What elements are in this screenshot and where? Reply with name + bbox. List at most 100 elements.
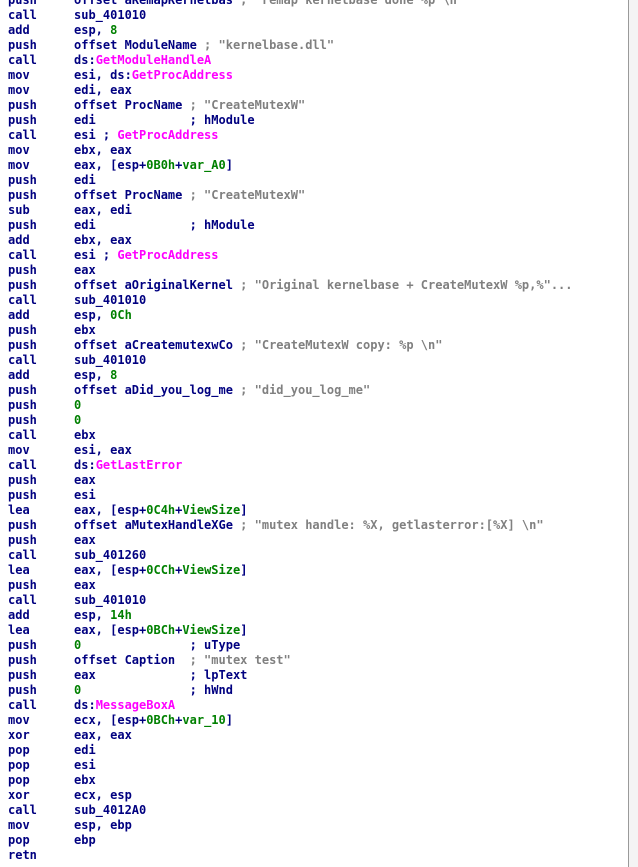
instruction-line[interactable]: push offset aOriginalKernel ; "Original k… (8, 278, 628, 293)
operand-text: offset aCreatemutexwCo (74, 338, 241, 352)
instruction-line[interactable]: push offset aDid_you_log_me ; "did_you_lo… (8, 383, 628, 398)
mnemonic: push (8, 218, 37, 232)
instruction-line[interactable]: push eax (8, 533, 628, 548)
operand: 0 (74, 398, 81, 413)
mnemonic: add (8, 608, 30, 622)
instruction-line[interactable]: push esi (8, 488, 628, 503)
mnemonic: mov (8, 158, 30, 172)
operand-text: eax, [esp+ (74, 623, 147, 637)
operand-text: ] (225, 158, 233, 172)
disassembly-listing[interactable]: push offset aRemapKernelbas ; "remap kern… (0, 0, 629, 867)
comment-text: ; "CreateMutexW copy: %p \n" (240, 338, 443, 352)
vertical-scrollbar[interactable] (629, 0, 638, 867)
instruction-line[interactable]: pop esi (8, 758, 628, 773)
instruction-line[interactable]: lea eax, [esp+0CCh+ViewSize] (8, 563, 628, 578)
instruction-line[interactable]: lea eax, [esp+0C4h+ViewSize] (8, 503, 628, 518)
mnemonic: pop (8, 833, 30, 847)
operand: 0 ; uType (74, 638, 240, 653)
operand: eax, eax (74, 728, 132, 743)
instruction-line[interactable]: sub eax, edi (8, 203, 628, 218)
instruction-line[interactable]: push eax (8, 578, 628, 593)
operand: 0 ; hWnd (74, 683, 233, 698)
instruction-line[interactable]: call sub_401010 (8, 293, 628, 308)
instruction-line[interactable]: call ds:GetLastError (8, 458, 628, 473)
instruction-line[interactable]: add esp, 8 (8, 23, 628, 38)
instruction-line[interactable]: mov esi, eax (8, 443, 628, 458)
comment-text: ; "mutex handle: %X, getlasterror:[%X] \… (240, 518, 544, 532)
instruction-line[interactable]: push offset ModuleName ; "kernelbase.dll" (8, 38, 628, 53)
operand: offset aOriginalKernel ; "Original kerne… (74, 278, 573, 293)
operand-text: ebx (74, 323, 96, 337)
operand-text: eax, eax (74, 728, 132, 742)
operand: eax ; lpText (74, 668, 247, 683)
instruction-line[interactable]: add esp, 0Ch (8, 308, 628, 323)
operand-text: esp, ebp (74, 818, 132, 832)
operand-text: eax, [esp+ (74, 503, 147, 517)
instruction-line[interactable]: xor eax, eax (8, 728, 628, 743)
mnemonic: push (8, 683, 37, 697)
mnemonic: add (8, 23, 30, 37)
mnemonic: push (8, 38, 37, 52)
instruction-line[interactable]: mov ecx, [esp+0BCh+var_10] (8, 713, 628, 728)
instruction-line[interactable]: push 0 ; uType (8, 638, 628, 653)
instruction-line[interactable]: mov esi, ds:GetProcAddress (8, 68, 628, 83)
instruction-line[interactable]: push offset Caption ; "mutex test" (8, 653, 628, 668)
instruction-line[interactable]: push ebx (8, 323, 628, 338)
instruction-line[interactable]: push edi ; hModule (8, 218, 628, 233)
instruction-line[interactable]: push eax ; lpText (8, 668, 628, 683)
instruction-line[interactable]: mov eax, [esp+0B0h+var_A0] (8, 158, 628, 173)
mnemonic: xor (8, 728, 30, 742)
instruction-line[interactable]: call sub_401010 (8, 353, 628, 368)
instruction-line[interactable]: mov esp, ebp (8, 818, 628, 833)
instruction-line[interactable]: push offset ProcName ; "CreateMutexW" (8, 98, 628, 113)
operand-number: 0B0h (146, 158, 176, 172)
instruction-line[interactable]: pop ebx (8, 773, 628, 788)
instruction-line[interactable]: mov ebx, eax (8, 143, 628, 158)
instruction-line[interactable]: call esi ; GetProcAddress (8, 128, 628, 143)
instruction-line[interactable]: call sub_401010 (8, 593, 628, 608)
instruction-line[interactable]: call sub_401260 (8, 548, 628, 563)
instruction-line[interactable]: push edi ; hModule (8, 113, 628, 128)
instruction-line[interactable]: push 0 (8, 413, 628, 428)
instruction-line[interactable]: add esp, 8 (8, 368, 628, 383)
instruction-line[interactable]: pop ebp (8, 833, 628, 848)
instruction-line[interactable]: lea eax, [esp+0BCh+ViewSize] (8, 623, 628, 638)
mnemonic: push (8, 263, 37, 277)
instruction-line[interactable]: call esi ; GetProcAddress (8, 248, 628, 263)
instruction-line[interactable]: add ebx, eax (8, 233, 628, 248)
instruction-line[interactable]: push offset aCreatemutexwCo ; "CreateMute… (8, 338, 628, 353)
instruction-line[interactable]: mov edi, eax (8, 83, 628, 98)
operand: esp, 8 (74, 368, 117, 383)
instruction-line[interactable]: push offset ProcName ; "CreateMutexW" (8, 188, 628, 203)
instruction-line[interactable]: retn (8, 848, 628, 863)
instruction-line[interactable]: call ds:MessageBoxA (8, 698, 628, 713)
instruction-line[interactable]: call sub_4012A0 (8, 803, 628, 818)
instruction-line[interactable]: push offset aMutexHandleXGe ; "mutex hand… (8, 518, 628, 533)
instruction-line[interactable]: push offset aRemapKernelbas ; "remap kern… (8, 0, 628, 8)
comment-text: ; "CreateMutexW" (189, 98, 306, 112)
instruction-line[interactable]: pop edi (8, 743, 628, 758)
instruction-line[interactable]: push eax (8, 263, 628, 278)
instruction-line[interactable]: push 0 (8, 398, 628, 413)
operand: esi ; GetProcAddress (74, 128, 219, 143)
instruction-line[interactable]: add esp, 14h (8, 608, 628, 623)
operand-text: eax (74, 578, 96, 592)
instruction-line[interactable]: call ebx (8, 428, 628, 443)
mnemonic: call (8, 353, 37, 367)
operand: eax (74, 533, 96, 548)
mnemonic: push (8, 398, 37, 412)
operand: edi ; hModule (74, 218, 255, 233)
instruction-line[interactable]: push eax (8, 473, 628, 488)
operand-text: sub_401260 (74, 548, 147, 562)
instruction-line[interactable]: push edi (8, 173, 628, 188)
operand: eax, [esp+0B0h+var_A0] (74, 158, 233, 173)
instruction-line[interactable]: call sub_401010 (8, 8, 628, 23)
operand-number: var_10 (182, 713, 226, 727)
operand: ebx (74, 428, 96, 443)
operand: offset Caption ; "mutex test" (74, 653, 291, 668)
instruction-line[interactable]: push 0 ; hWnd (8, 683, 628, 698)
api-name: GetModuleHandleA (95, 53, 212, 67)
mnemonic: xor (8, 788, 30, 802)
instruction-line[interactable]: call ds:GetModuleHandleA (8, 53, 628, 68)
instruction-line[interactable]: xor ecx, esp (8, 788, 628, 803)
